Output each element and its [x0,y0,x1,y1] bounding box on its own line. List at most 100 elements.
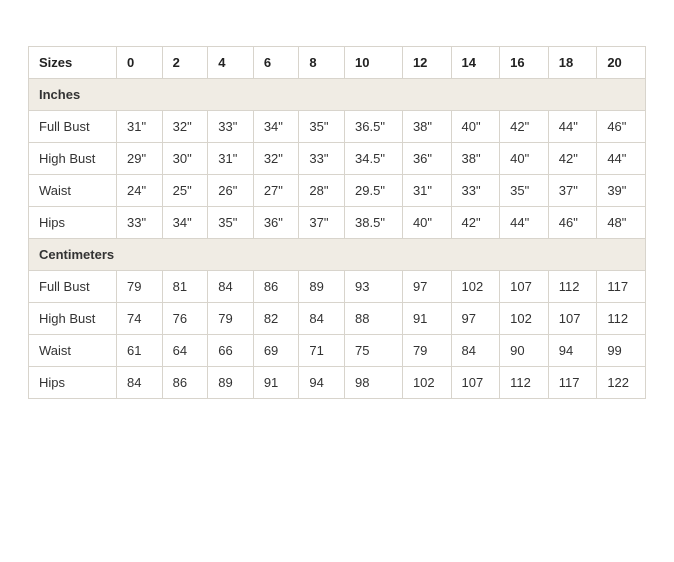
cell-value: 36" [402,143,451,175]
section-label: Inches [29,79,646,111]
cell-value: 34.5" [345,143,403,175]
row-label-waist: Waist [29,335,117,367]
section-label: Centimeters [29,239,646,271]
cell-value: 40" [402,207,451,239]
cell-value: 46" [548,207,597,239]
cell-value: 90 [500,335,549,367]
col-header-size-8: 8 [299,47,345,79]
cell-value: 38" [451,143,500,175]
row-label-high-bust: High Bust [29,143,117,175]
cell-value: 84 [451,335,500,367]
cell-value: 37" [299,207,345,239]
cell-value: 31" [117,111,163,143]
cell-value: 32" [253,143,299,175]
col-header-size-10: 10 [345,47,403,79]
cell-value: 74 [117,303,163,335]
cell-value: 36" [253,207,299,239]
cell-value: 89 [208,367,254,399]
table-row: Waist6164666971757984909499 [29,335,646,367]
cell-value: 76 [162,303,208,335]
row-label-hips: Hips [29,207,117,239]
cell-value: 34" [253,111,299,143]
cell-value: 42" [500,111,549,143]
col-header-size-0: 0 [117,47,163,79]
col-header-size-12: 12 [402,47,451,79]
cell-value: 89 [299,271,345,303]
cell-value: 79 [402,335,451,367]
cell-value: 112 [548,271,597,303]
cell-value: 81 [162,271,208,303]
cell-value: 117 [548,367,597,399]
cell-value: 40" [500,143,549,175]
col-header-size-6: 6 [253,47,299,79]
table-row: Hips33"34"35"36"37"38.5"40"42"44"46"48" [29,207,646,239]
cell-value: 30" [162,143,208,175]
cell-value: 66 [208,335,254,367]
cell-value: 97 [451,303,500,335]
table-row: High Bust29"30"31"32"33"34.5"36"38"40"42… [29,143,646,175]
cell-value: 94 [299,367,345,399]
cell-value: 35" [299,111,345,143]
cell-value: 42" [451,207,500,239]
col-header-size-20: 20 [597,47,646,79]
cell-value: 46" [597,111,646,143]
cell-value: 33" [208,111,254,143]
cell-value: 107 [500,271,549,303]
cell-value: 84 [117,367,163,399]
table-row: Hips848689919498102107112117122 [29,367,646,399]
cell-value: 27" [253,175,299,207]
cell-value: 38" [402,111,451,143]
row-label-hips: Hips [29,367,117,399]
cell-value: 84 [208,271,254,303]
cell-value: 24" [117,175,163,207]
cell-value: 102 [500,303,549,335]
cell-value: 79 [208,303,254,335]
table-row: Full Bust31"32"33"34"35"36.5"38"40"42"44… [29,111,646,143]
cell-value: 31" [402,175,451,207]
cell-value: 99 [597,335,646,367]
cell-value: 112 [500,367,549,399]
cell-value: 25" [162,175,208,207]
cell-value: 112 [597,303,646,335]
cell-value: 91 [402,303,451,335]
cell-value: 107 [451,367,500,399]
table-header-row: Sizes02468101214161820 [29,47,646,79]
cell-value: 33" [299,143,345,175]
cell-value: 29" [117,143,163,175]
cell-value: 32" [162,111,208,143]
cell-value: 88 [345,303,403,335]
table-row: Full Bust79818486899397102107112117 [29,271,646,303]
cell-value: 39" [597,175,646,207]
col-header-label: Sizes [29,47,117,79]
cell-value: 69 [253,335,299,367]
cell-value: 75 [345,335,403,367]
cell-value: 84 [299,303,345,335]
cell-value: 64 [162,335,208,367]
cell-value: 61 [117,335,163,367]
row-label-full-bust: Full Bust [29,111,117,143]
col-header-size-14: 14 [451,47,500,79]
cell-value: 86 [253,271,299,303]
cell-value: 71 [299,335,345,367]
cell-value: 102 [451,271,500,303]
cell-value: 44" [597,143,646,175]
cell-value: 26" [208,175,254,207]
row-label-waist: Waist [29,175,117,207]
cell-value: 102 [402,367,451,399]
cell-value: 94 [548,335,597,367]
cell-value: 44" [548,111,597,143]
cell-value: 33" [117,207,163,239]
row-label-full-bust: Full Bust [29,271,117,303]
cell-value: 31" [208,143,254,175]
cell-value: 79 [117,271,163,303]
col-header-size-2: 2 [162,47,208,79]
cell-value: 36.5" [345,111,403,143]
cell-value: 35" [500,175,549,207]
cell-value: 37" [548,175,597,207]
cell-value: 122 [597,367,646,399]
cell-value: 117 [597,271,646,303]
cell-value: 35" [208,207,254,239]
col-header-size-18: 18 [548,47,597,79]
cell-value: 34" [162,207,208,239]
table-row: High Bust7476798284889197102107112 [29,303,646,335]
